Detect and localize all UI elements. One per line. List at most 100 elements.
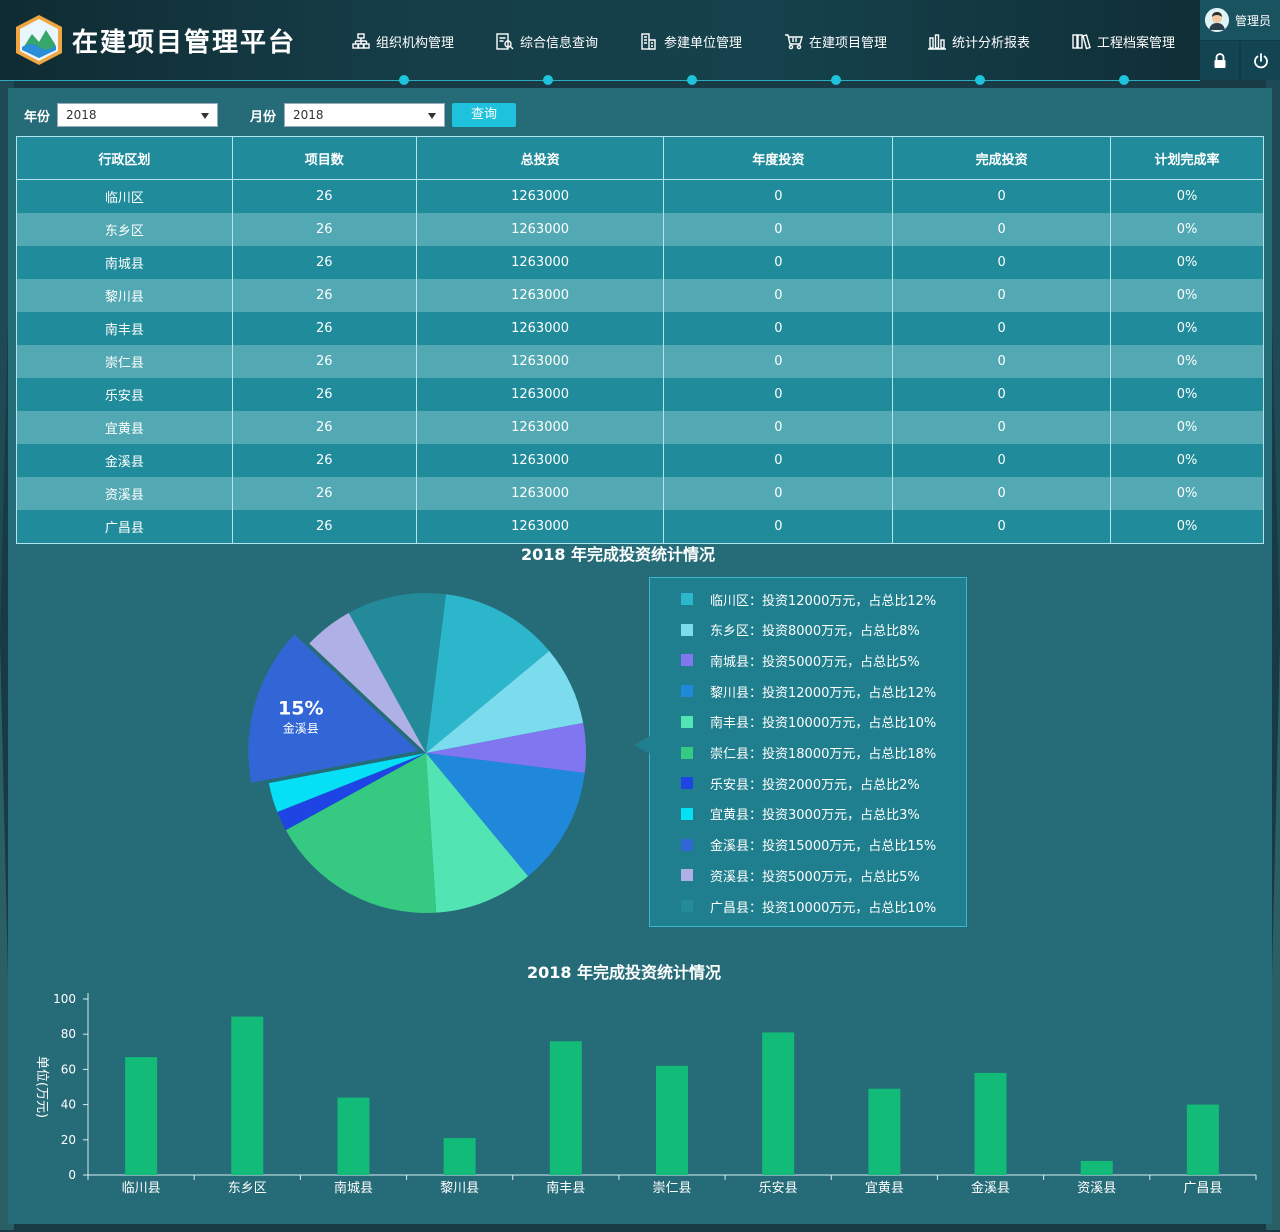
legend-swatch bbox=[681, 807, 693, 820]
table-cell: 0% bbox=[1110, 477, 1264, 510]
table-cell: 0 bbox=[892, 444, 1112, 477]
x-tick-label: 宜黄县 bbox=[865, 1181, 904, 1196]
column-header: 项目数 bbox=[231, 136, 417, 180]
column-header: 完成投资 bbox=[892, 136, 1112, 180]
nav-label: 统计分析报表 bbox=[952, 35, 1031, 51]
bar-chart-svg: 0 20 40 60 80 100 单位(万元) 临川县 东乡区 南城县 黎川县 南丰县 崇仁县 乐安县 宜… bbox=[34, 992, 1257, 1196]
table-cell: 26 bbox=[231, 444, 417, 477]
y-tick-label: 80 bbox=[61, 1027, 76, 1041]
table-cell: 广昌县 bbox=[16, 510, 233, 544]
nav-item-archives[interactable]: 工程档案管理 bbox=[1072, 30, 1175, 52]
bar[interactable] bbox=[868, 1088, 901, 1175]
x-tick-label: 崇仁县 bbox=[652, 1181, 691, 1196]
table-cell: 26 bbox=[231, 510, 417, 544]
legend-label: 宜黄县：投资3000万元，占总比3% bbox=[710, 808, 920, 824]
legend-label: 资溪县：投资5000万元，占总比5% bbox=[710, 869, 920, 885]
lock-button[interactable] bbox=[1200, 41, 1239, 80]
y-tick-label: 0 bbox=[68, 1168, 76, 1182]
year-label: 年份 bbox=[24, 110, 51, 125]
table-cell: 0% bbox=[1110, 246, 1264, 279]
table-cell: 临川区 bbox=[16, 179, 233, 213]
chevron-down-icon bbox=[201, 113, 209, 119]
bar[interactable] bbox=[1080, 1160, 1113, 1175]
nav-item-units[interactable]: 参建单位管理 bbox=[640, 30, 742, 52]
table-cell: 0 bbox=[892, 411, 1112, 444]
building-icon bbox=[641, 32, 656, 50]
legend-swatch bbox=[681, 900, 693, 912]
legend-item: 南丰县：投资10000万元，占总比10% bbox=[681, 712, 936, 732]
bar[interactable] bbox=[1186, 1104, 1219, 1175]
bar[interactable] bbox=[443, 1138, 476, 1175]
y-axis-label: 单位(万元) bbox=[34, 1056, 49, 1118]
x-tick-label: 临川县 bbox=[122, 1181, 161, 1196]
table-cell: 26 bbox=[231, 378, 417, 411]
nav-item-org[interactable]: 组织机构管理 bbox=[352, 30, 454, 52]
x-tick-label: 乐安县 bbox=[759, 1181, 798, 1196]
x-tick-label: 金溪县 bbox=[971, 1180, 1010, 1196]
bar[interactable] bbox=[549, 1041, 582, 1175]
table-cell: 0% bbox=[1110, 444, 1264, 477]
bar[interactable] bbox=[762, 1032, 795, 1175]
nav-item-statistics[interactable]: 统计分析报表 bbox=[928, 30, 1030, 52]
top-header: 在建项目管理平台 组织机构管理 综合信息查询 参建单位管理 在建项目管理 统计分… bbox=[0, 0, 1280, 85]
table-cell: 0 bbox=[663, 179, 894, 213]
month-label: 月份 bbox=[250, 110, 277, 125]
logout-button[interactable] bbox=[1241, 41, 1280, 80]
table-cell: 26 bbox=[231, 246, 417, 279]
table-cell: 南城县 bbox=[16, 246, 233, 279]
table-cell: 0% bbox=[1110, 279, 1264, 312]
table-row: 南城县 26 1263000 0 0 0% bbox=[16, 246, 1264, 279]
nav-item-projects[interactable]: 在建项目管理 bbox=[784, 30, 887, 52]
table-cell: 0% bbox=[1110, 411, 1264, 444]
bar[interactable] bbox=[231, 1016, 264, 1175]
table-cell: 1263000 bbox=[415, 444, 665, 477]
nav-divider-line bbox=[0, 80, 1200, 81]
nav-label: 综合信息查询 bbox=[520, 35, 599, 51]
document-search-icon bbox=[496, 32, 514, 50]
table-cell: 宜黄县 bbox=[16, 411, 233, 444]
table-cell: 1263000 bbox=[415, 378, 665, 411]
table-cell: 0 bbox=[663, 279, 894, 312]
bar[interactable] bbox=[974, 1072, 1007, 1175]
table-row: 乐安县 26 1263000 0 0 0% bbox=[16, 378, 1264, 411]
nav-item-info-query[interactable]: 综合信息查询 bbox=[496, 30, 598, 52]
table-cell: 0 bbox=[663, 477, 894, 510]
table-cell: 0% bbox=[1110, 345, 1264, 378]
table-cell: 0 bbox=[892, 345, 1112, 378]
bar[interactable] bbox=[337, 1097, 370, 1175]
main-panel: 年份 2018 月份 2018 查询 行政区划 项目数 总投资 年度投资 完成投… bbox=[8, 88, 1272, 1224]
legend-item: 南城县：投资5000万元，占总比5% bbox=[681, 650, 920, 670]
year-select[interactable]: 2018 bbox=[57, 103, 218, 127]
table-cell: 26 bbox=[231, 477, 417, 510]
lock-icon bbox=[1214, 52, 1225, 68]
table-header-row: 行政区划 项目数 总投资 年度投资 完成投资 计划完成率 bbox=[16, 136, 1264, 180]
legend-swatch bbox=[681, 715, 693, 728]
books-icon bbox=[1072, 33, 1091, 49]
table-cell: 0 bbox=[663, 378, 894, 411]
table-row: 崇仁县 26 1263000 0 0 0% bbox=[16, 345, 1264, 378]
table-cell: 黎川县 bbox=[16, 279, 233, 312]
user-menu[interactable]: 管理员 bbox=[1200, 0, 1280, 40]
legend-item: 金溪县：投资15000万元，占总比15% bbox=[681, 835, 936, 855]
pie-chart-svg: 15%金溪县 bbox=[248, 593, 586, 913]
bar[interactable] bbox=[125, 1057, 158, 1175]
table-cell: 东乡区 bbox=[16, 213, 233, 246]
bar[interactable] bbox=[656, 1065, 688, 1175]
table-cell: 1263000 bbox=[415, 246, 665, 279]
month-select[interactable]: 2018 bbox=[284, 103, 445, 127]
legend-item: 黎川县：投资12000万元，占总比12% bbox=[681, 681, 936, 701]
x-tick-label: 黎川县 bbox=[440, 1181, 479, 1196]
table-cell: 0 bbox=[892, 477, 1112, 510]
table-cell: 26 bbox=[231, 179, 417, 213]
legend-label: 崇仁县：投资18000万元，占总比18% bbox=[710, 747, 937, 762]
table-cell: 0% bbox=[1110, 378, 1264, 411]
cart-icon bbox=[785, 33, 803, 49]
table-cell: 0 bbox=[663, 312, 894, 345]
table-cell: 1263000 bbox=[415, 345, 665, 378]
legend-swatch bbox=[681, 685, 693, 698]
investment-table: 行政区划 项目数 总投资 年度投资 完成投资 计划完成率 临川区 26 126300… bbox=[16, 136, 1264, 544]
y-tick-label: 60 bbox=[61, 1062, 76, 1076]
nav-indicator-dot bbox=[687, 75, 697, 85]
query-button[interactable]: 查询 bbox=[452, 103, 516, 127]
table-cell: 26 bbox=[231, 411, 417, 444]
